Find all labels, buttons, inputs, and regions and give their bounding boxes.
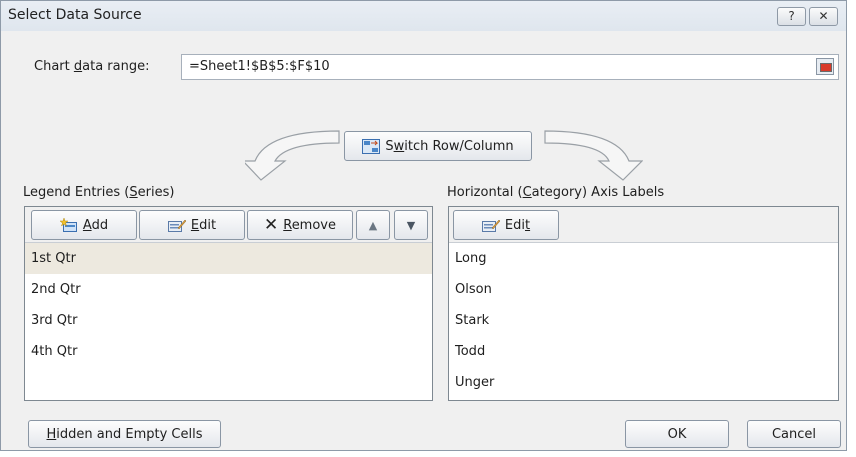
edit-axis-labels-label: Edit [504, 217, 531, 233]
axis-labels-title: Horizontal (Category) Axis Labels [447, 185, 665, 200]
chart-data-range-input[interactable]: =Sheet1!$B$5:$F$10 [181, 54, 839, 80]
series-list-item[interactable]: 3rd Qtr [25, 305, 432, 336]
legend-entries-title: Legend Entries (Series) [23, 185, 175, 200]
cancel-label: Cancel [771, 426, 817, 442]
help-icon: ? [788, 9, 795, 23]
move-up-icon: ▲ [368, 218, 378, 232]
category-list-item[interactable]: Todd [449, 336, 838, 367]
edit-series-label: Edit [190, 217, 217, 233]
dialog-title: Select Data Source [8, 7, 142, 23]
add-series-label: Add [82, 217, 109, 233]
axis-labels-panel: Edit Long Olson Stark Todd Unger [448, 206, 839, 401]
help-button[interactable]: ? [777, 7, 806, 26]
series-list-item[interactable]: 4th Qtr [25, 336, 432, 367]
title-bar: Select Data Source ? ✕ [1, 1, 846, 31]
category-list-item[interactable]: Unger [449, 367, 838, 398]
chart-data-range-value: =Sheet1!$B$5:$F$10 [189, 59, 330, 74]
close-button[interactable]: ✕ [809, 7, 838, 26]
collapse-dialog-icon[interactable] [816, 58, 834, 75]
category-list-item[interactable]: Stark [449, 305, 838, 336]
series-list-item[interactable]: 1st Qtr [25, 243, 432, 274]
add-series-button[interactable]: Add [31, 210, 137, 240]
edit-axis-labels-icon [481, 218, 501, 233]
left-curved-arrow-icon [245, 130, 340, 181]
right-curved-arrow-icon [544, 130, 643, 181]
chart-data-range-label: Chart data range: [34, 59, 150, 74]
ok-button[interactable]: OK [625, 420, 729, 448]
switch-row-column-label: Switch Row/Column [385, 138, 514, 154]
category-list-item[interactable]: Long [449, 243, 838, 274]
legend-entries-panel: Add Edit ✕ Remove ▲ ▼ 1st Qtr 2nd Qtr 3r… [24, 206, 433, 401]
add-series-icon [59, 216, 78, 233]
move-up-button[interactable]: ▲ [356, 210, 390, 240]
move-down-button[interactable]: ▼ [394, 210, 428, 240]
remove-series-icon: ✕ [263, 214, 279, 235]
remove-series-button[interactable]: ✕ Remove [247, 210, 353, 240]
hidden-empty-cells-label: Hidden and Empty Cells [46, 426, 203, 442]
move-down-icon: ▼ [406, 218, 416, 232]
series-list-item[interactable]: 2nd Qtr [25, 274, 432, 305]
select-data-source-dialog: Select Data Source ? ✕ Chart data range:… [0, 0, 847, 451]
close-icon: ✕ [818, 9, 829, 23]
edit-series-button[interactable]: Edit [139, 210, 245, 240]
remove-series-label: Remove [283, 217, 336, 233]
edit-series-icon [167, 218, 187, 233]
switch-row-column-button[interactable]: Switch Row/Column [344, 131, 532, 161]
category-list-item[interactable]: Olson [449, 274, 838, 305]
ok-label: OK [667, 426, 687, 442]
cancel-button[interactable]: Cancel [747, 420, 841, 448]
hidden-empty-cells-button[interactable]: Hidden and Empty Cells [28, 420, 221, 448]
edit-axis-labels-button[interactable]: Edit [453, 210, 559, 240]
switch-row-column-icon [362, 138, 381, 154]
